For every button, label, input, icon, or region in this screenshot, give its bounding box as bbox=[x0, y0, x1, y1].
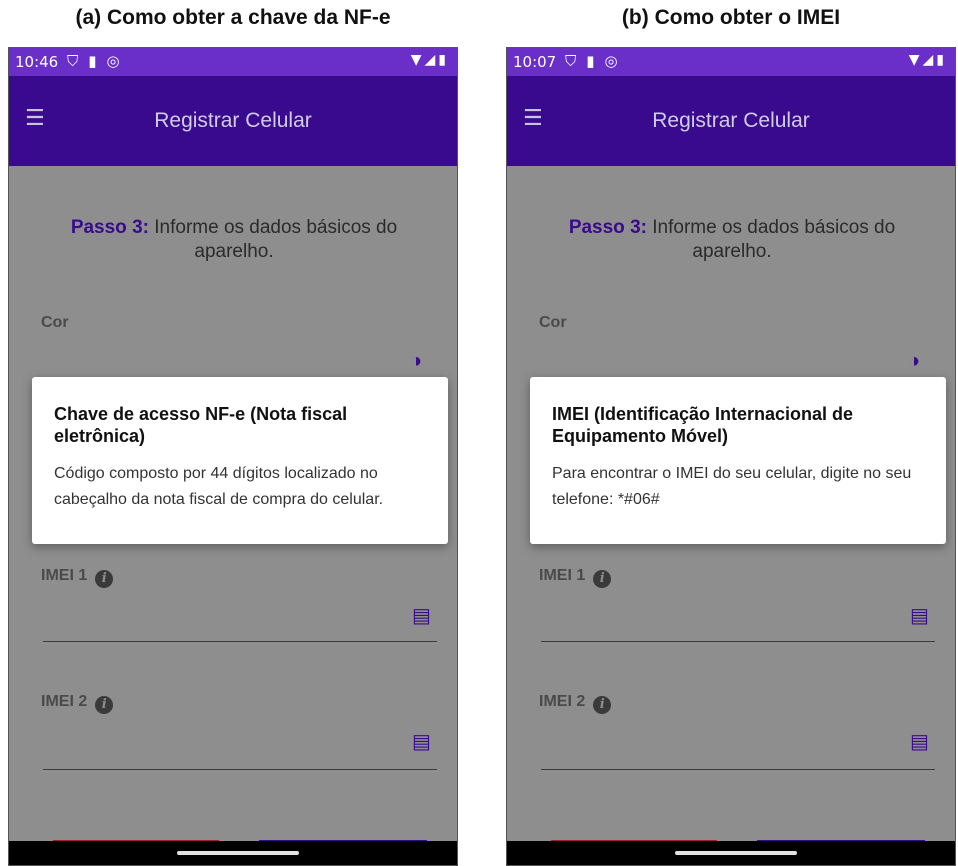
sd-card-icon: ▮ bbox=[88, 52, 107, 70]
step-text: Informe os dados básicos do aparelho. bbox=[154, 217, 398, 262]
status-left-icons: ⛉▮◎ bbox=[67, 52, 130, 70]
shield-icon: ⛉ bbox=[565, 52, 587, 70]
contrast-icon[interactable]: ◑ bbox=[410, 350, 422, 373]
app-title: Registrar Celular bbox=[154, 109, 312, 132]
field-imei1-text: IMEI 1 bbox=[539, 567, 586, 584]
info-icon[interactable]: i bbox=[593, 570, 612, 588]
field-imei1-text: IMEI 1 bbox=[41, 567, 88, 584]
phone-device-icon[interactable]: ▤ bbox=[910, 603, 929, 628]
wifi-icon: ▼ bbox=[410, 52, 425, 68]
phone-device-icon[interactable]: ▤ bbox=[412, 603, 431, 628]
step-text: Informe os dados básicos do aparelho. bbox=[652, 217, 896, 262]
field-label-imei1: IMEI 1 i bbox=[539, 567, 612, 588]
info-icon[interactable]: i bbox=[95, 570, 114, 588]
shield-icon: ⛉ bbox=[67, 52, 89, 70]
info-icon[interactable]: i bbox=[95, 696, 114, 714]
step-instruction: Passo 3: Informe os dados básicos do apa… bbox=[39, 216, 429, 264]
status-bar: 10:46 ⛉▮◎ ▼◢▮ bbox=[9, 48, 457, 76]
status-time: 10:46 bbox=[15, 53, 59, 71]
status-right-icons: ▼◢▮ bbox=[909, 52, 947, 68]
phone-device-icon[interactable]: ▤ bbox=[412, 729, 431, 754]
phone-device-icon[interactable]: ▤ bbox=[910, 729, 929, 754]
status-left-icons: ⛉▮◎ bbox=[565, 52, 628, 70]
imei1-input[interactable] bbox=[43, 641, 437, 642]
info-dialog: IMEI (Identificação Internacional de Equ… bbox=[530, 377, 946, 544]
wifi-icon: ▼ bbox=[908, 52, 923, 68]
home-gesture-pill[interactable] bbox=[177, 851, 299, 855]
panel-caption: (b) Como obter o IMEI bbox=[621, 6, 841, 29]
dialog-text: Código composto por 44 dígitos localizad… bbox=[54, 465, 384, 508]
step-instruction: Passo 3: Informe os dados básicos do apa… bbox=[537, 216, 927, 264]
battery-icon: ▮ bbox=[438, 52, 449, 68]
contrast-icon[interactable]: ◑ bbox=[908, 350, 920, 373]
phone-screen: 10:46 ⛉▮◎ ▼◢▮ ☰ Registrar Celular Passo … bbox=[8, 47, 458, 866]
field-label-imei2: IMEI 2 i bbox=[539, 693, 612, 714]
status-bar: 10:07 ⛉▮◎ ▼◢▮ bbox=[507, 48, 955, 76]
signal-icon: ◢ bbox=[424, 52, 439, 68]
field-label-imei2: IMEI 2 i bbox=[41, 693, 114, 714]
status-time: 10:07 bbox=[513, 53, 557, 71]
imei1-input[interactable] bbox=[541, 641, 935, 642]
panel-caption: (a) Como obter a chave da NF-e bbox=[75, 6, 391, 29]
imei2-input[interactable] bbox=[43, 769, 437, 770]
app-bar: ☰ Registrar Celular bbox=[9, 76, 457, 166]
status-right-icons: ▼◢▮ bbox=[411, 52, 449, 68]
circle-icon: ◎ bbox=[106, 52, 130, 70]
dialog-title: IMEI (Identificação Internacional de Equ… bbox=[552, 404, 854, 446]
step-label: Passo 3: bbox=[70, 217, 149, 238]
imei2-input[interactable] bbox=[541, 769, 935, 770]
dialog-title: Chave de acesso NF-e (Nota fiscal eletrô… bbox=[54, 404, 348, 446]
info-icon[interactable]: i bbox=[593, 696, 612, 714]
field-label-cor: Cor bbox=[41, 314, 69, 331]
app-bar: ☰ Registrar Celular bbox=[507, 76, 955, 166]
field-label-imei1: IMEI 1 i bbox=[41, 567, 114, 588]
nav-bar bbox=[507, 841, 955, 865]
screenshot-panel-b: (b) Como obter o IMEI 10:07 ⛉▮◎ ▼◢▮ ☰ Re… bbox=[506, 0, 956, 866]
home-gesture-pill[interactable] bbox=[675, 851, 797, 855]
field-label-cor: Cor bbox=[539, 314, 567, 331]
circle-icon: ◎ bbox=[604, 52, 628, 70]
step-label: Passo 3: bbox=[568, 217, 647, 238]
phone-screen: 10:07 ⛉▮◎ ▼◢▮ ☰ Registrar Celular Passo … bbox=[506, 47, 956, 866]
signal-icon: ◢ bbox=[922, 52, 937, 68]
app-title: Registrar Celular bbox=[652, 109, 810, 132]
nav-bar bbox=[9, 841, 457, 865]
screenshot-panel-a: (a) Como obter a chave da NF-e 10:46 ⛉▮◎… bbox=[8, 0, 458, 866]
dialog-text: Para encontrar o IMEI do seu celular, di… bbox=[552, 465, 912, 508]
field-imei2-text: IMEI 2 bbox=[539, 693, 586, 710]
field-imei2-text: IMEI 2 bbox=[41, 693, 88, 710]
info-dialog: Chave de acesso NF-e (Nota fiscal eletrô… bbox=[32, 377, 448, 544]
sd-card-icon: ▮ bbox=[586, 52, 605, 70]
battery-icon: ▮ bbox=[936, 52, 947, 68]
